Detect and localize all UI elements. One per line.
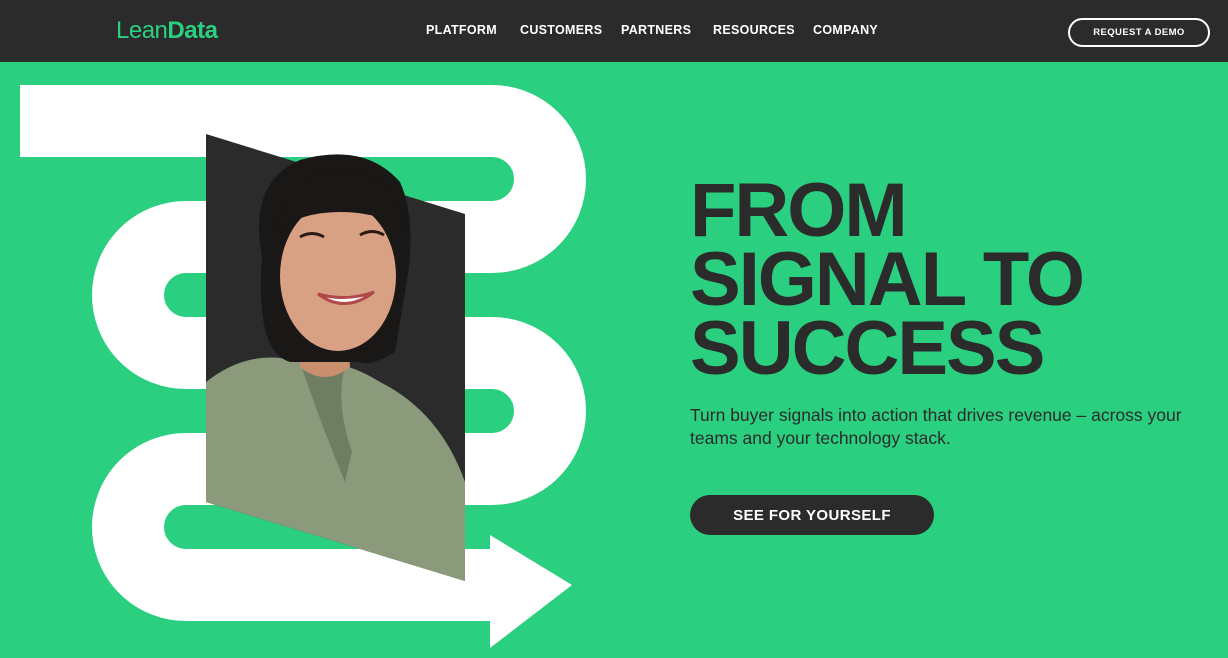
see-for-yourself-button[interactable]: SEE FOR YOURSELF bbox=[690, 495, 934, 535]
portrait-face bbox=[280, 201, 396, 351]
hero-headline: FROM SIGNAL TO SUCCESS bbox=[690, 168, 1210, 391]
main-nav: PLATFORM CUSTOMERS PARTNERS RESOURCES CO… bbox=[0, 20, 1228, 40]
nav-item-customers[interactable]: CUSTOMERS bbox=[520, 20, 602, 40]
hero-illustration bbox=[0, 62, 620, 658]
top-navigation-bar: LeanData PLATFORM CUSTOMERS PARTNERS RES… bbox=[0, 0, 1228, 62]
headline-line-1: FROM bbox=[690, 168, 908, 253]
nav-item-platform[interactable]: PLATFORM bbox=[426, 20, 497, 40]
headline-line-2: SIGNAL TO bbox=[690, 237, 1085, 322]
nav-item-company[interactable]: COMPANY bbox=[813, 20, 878, 40]
nav-item-resources[interactable]: RESOURCES bbox=[713, 20, 795, 40]
request-demo-button[interactable]: REQUEST A DEMO bbox=[1068, 18, 1210, 47]
serpentine-arrow-graphic bbox=[20, 85, 586, 648]
headline-line-3: SUCCESS bbox=[690, 306, 1045, 391]
arrow-head bbox=[490, 535, 572, 648]
hero-subtext: Turn buyer signals into action that driv… bbox=[690, 405, 1182, 448]
nav-item-partners[interactable]: PARTNERS bbox=[621, 20, 691, 40]
